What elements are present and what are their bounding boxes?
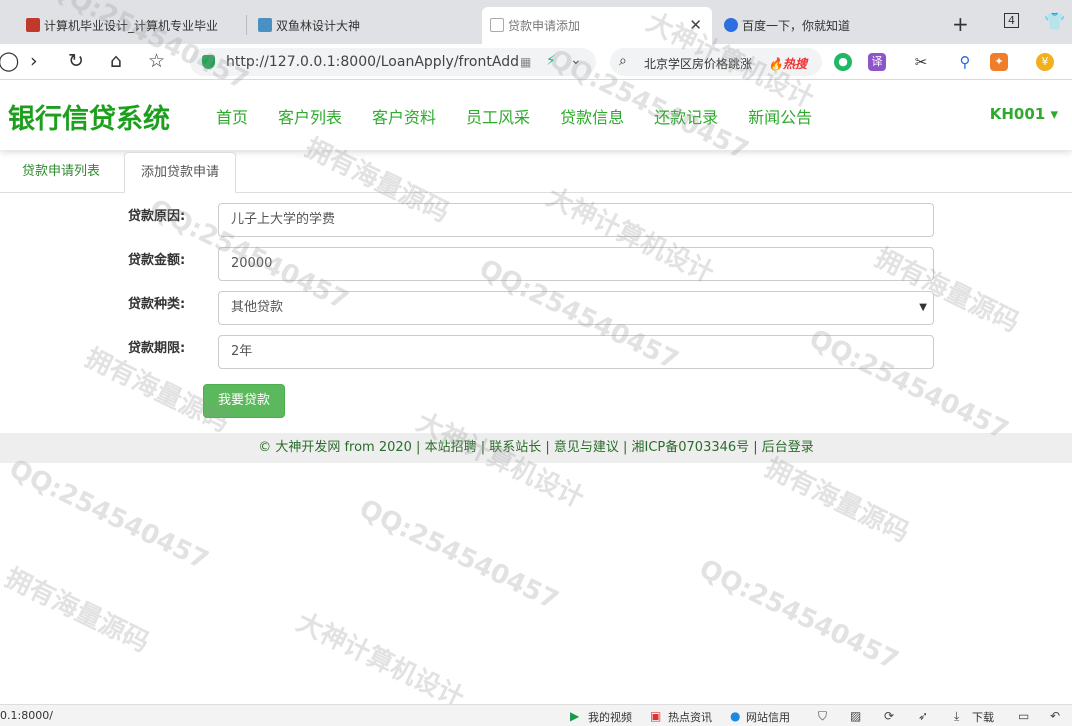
drop-icon[interactable]: ● — [730, 709, 740, 723]
coin-icon[interactable]: ¥ — [1036, 53, 1054, 71]
main-nav: 首页 客户列表 客户资料 员工风采 贷款信息 还款记录 新闻公告 — [216, 104, 842, 128]
refresh-partial-icon[interactable]: ◯ — [0, 50, 19, 72]
dropdown-arrow-icon: ▼ — [919, 302, 927, 313]
search-icon[interactable]: ⌕ — [619, 53, 627, 69]
browser-tab-2[interactable]: 双鱼林设计大神 — [250, 7, 476, 44]
favicon-icon — [26, 18, 40, 32]
rocket-icon[interactable]: ➶ — [918, 709, 928, 723]
nav-staff[interactable]: 员工风采 — [466, 104, 530, 128]
amount-input[interactable]: 20000 — [218, 247, 934, 281]
shirt-icon[interactable]: 👕 — [1044, 12, 1065, 32]
reload-icon[interactable]: ↻ — [68, 50, 84, 72]
apply-loan-button[interactable]: 我要贷款 — [203, 384, 285, 418]
amount-label: 贷款金额: — [128, 253, 186, 268]
site-credit-link[interactable]: 网站信用 — [746, 709, 790, 725]
watermark-text: QQ:254540457 — [694, 553, 903, 677]
address-url[interactable]: http://127.0.0.1:8000/LoanApply/frontAdd — [226, 54, 519, 70]
browser-tab-strip: 计算机毕业设计_计算机专业毕业 双鱼林设计大神 贷款申请添加 ✕ 百度一下，你就… — [0, 0, 1072, 44]
nav-customer-list[interactable]: 客户列表 — [278, 104, 342, 128]
reason-input[interactable]: 儿子上大学的学费 — [218, 203, 934, 237]
shield-icon — [202, 55, 215, 69]
wechat-icon[interactable]: ● — [834, 53, 852, 71]
page-icon — [490, 18, 504, 32]
search-box[interactable]: ⌕ 北京学区房价格跳涨 🔥热搜 — [610, 48, 822, 76]
hot-search-badge[interactable]: 🔥热搜 — [768, 55, 807, 72]
browser-tab-4[interactable]: 百度一下，你就知道 — [716, 7, 936, 44]
tab-title: 百度一下，你就知道 — [742, 19, 851, 33]
form-row-amount: 贷款金额: 20000 — [0, 247, 1072, 283]
term-label: 贷款期限: — [128, 341, 186, 356]
browser-status-bar: 0.1:8000/ ▶ 我的视频 ▣ 热点资讯 ● 网站信用 ⛉ ▨ ⟳ ➶ ⤓… — [0, 704, 1072, 726]
close-icon[interactable]: ✕ — [689, 16, 702, 34]
tab-title: 贷款申请添加 — [508, 19, 581, 33]
tab-divider — [246, 15, 247, 35]
type-label: 贷款种类: — [128, 297, 186, 312]
nav-home[interactable]: 首页 — [216, 104, 248, 128]
nav-repayment[interactable]: 还款记录 — [654, 104, 718, 128]
search-query[interactable]: 北京学区房价格跳涨 — [644, 55, 752, 72]
nav-news[interactable]: 新闻公告 — [748, 104, 812, 128]
watermark-text: QQ:254540457 — [354, 493, 563, 617]
magnifier-icon[interactable]: ⚲ — [956, 53, 974, 71]
news-icon[interactable]: ▣ — [650, 709, 661, 723]
bookmark-star-icon[interactable]: ☆ — [148, 50, 165, 72]
undo-icon[interactable]: ↶ — [1050, 709, 1060, 723]
form-row-type: 贷款种类: 其他贷款 ▼ — [0, 291, 1072, 327]
favicon-icon — [258, 18, 272, 32]
my-video-link[interactable]: 我的视频 — [588, 709, 632, 725]
site-footer[interactable]: © 大神开发网 from 2020 | 本站招聘 | 联系站长 | 意见与建议 … — [0, 433, 1072, 463]
tab-title: 双鱼林设计大神 — [276, 19, 361, 33]
chevron-down-icon[interactable]: ⌄ — [570, 52, 582, 68]
download-icon[interactable]: ⤓ — [954, 709, 959, 724]
scissors-icon[interactable]: ✂ — [912, 53, 930, 71]
watermark-text: QQ:254540457 — [4, 453, 213, 577]
tab-add-loan[interactable]: 添加贷款申请 — [124, 152, 237, 193]
game-icon[interactable]: ✦ — [990, 53, 1008, 71]
browser-tab-active[interactable]: 贷款申请添加 ✕ — [482, 7, 712, 44]
page-tabs: 贷款申请列表 添加贷款申请 — [0, 152, 1072, 193]
tab-title: 计算机毕业设计_计算机专业毕业 — [44, 19, 219, 33]
status-url: 0.1:8000/ — [0, 709, 53, 722]
browser-toolbar: ◯ › ↻ ⌂ ☆ http://127.0.0.1:8000/LoanAppl… — [0, 44, 1072, 80]
nav-loan-info[interactable]: 贷款信息 — [560, 104, 624, 128]
reason-label: 贷款原因: — [128, 209, 186, 224]
qr-code-icon[interactable]: ▦ — [520, 55, 531, 69]
home-icon[interactable]: ⌂ — [110, 50, 122, 72]
shield-outline-icon[interactable]: ⛉ — [818, 709, 827, 724]
form-row-term: 贷款期限: 2年 — [0, 335, 1072, 371]
browser-tab-1[interactable]: 计算机毕业设计_计算机专业毕业 — [18, 7, 244, 44]
type-select-value: 其他贷款 — [231, 300, 284, 315]
term-input[interactable]: 2年 — [218, 335, 934, 369]
watermark-text: 拥有海量源码 — [0, 563, 154, 659]
hot-news-link[interactable]: 热点资讯 — [668, 709, 712, 725]
translate-icon[interactable]: 译 — [868, 53, 886, 71]
forward-icon[interactable]: › — [30, 50, 38, 72]
form-row-reason: 贷款原因: 儿子上大学的学费 — [0, 203, 1072, 239]
window-icon[interactable]: ▭ — [1018, 709, 1029, 723]
user-menu[interactable]: KH001 ▾ — [990, 105, 1058, 123]
new-tab-button[interactable]: + — [952, 12, 969, 36]
type-select[interactable]: 其他贷款 ▼ — [218, 291, 934, 325]
refresh-circle-icon[interactable]: ⟳ — [884, 709, 894, 723]
watermark-text: 大神计算机设计 — [291, 607, 469, 715]
site-brand[interactable]: 银行信贷系统 — [8, 97, 170, 136]
tab-count-button[interactable]: 4 — [1004, 13, 1019, 28]
baidu-paw-icon — [724, 18, 738, 32]
nav-customer-profile[interactable]: 客户资料 — [372, 104, 436, 128]
play-icon[interactable]: ▶ — [570, 709, 579, 723]
image-icon[interactable]: ▨ — [850, 709, 861, 723]
address-bar[interactable]: http://127.0.0.1:8000/LoanApply/frontAdd… — [190, 48, 596, 76]
tab-loan-list[interactable]: 贷款申请列表 — [6, 152, 116, 193]
lightning-icon[interactable]: ⚡ — [546, 53, 556, 69]
download-link[interactable]: 下载 — [972, 709, 994, 725]
site-header: 银行信贷系统 首页 客户列表 客户资料 员工风采 贷款信息 还款记录 新闻公告 … — [0, 80, 1072, 150]
